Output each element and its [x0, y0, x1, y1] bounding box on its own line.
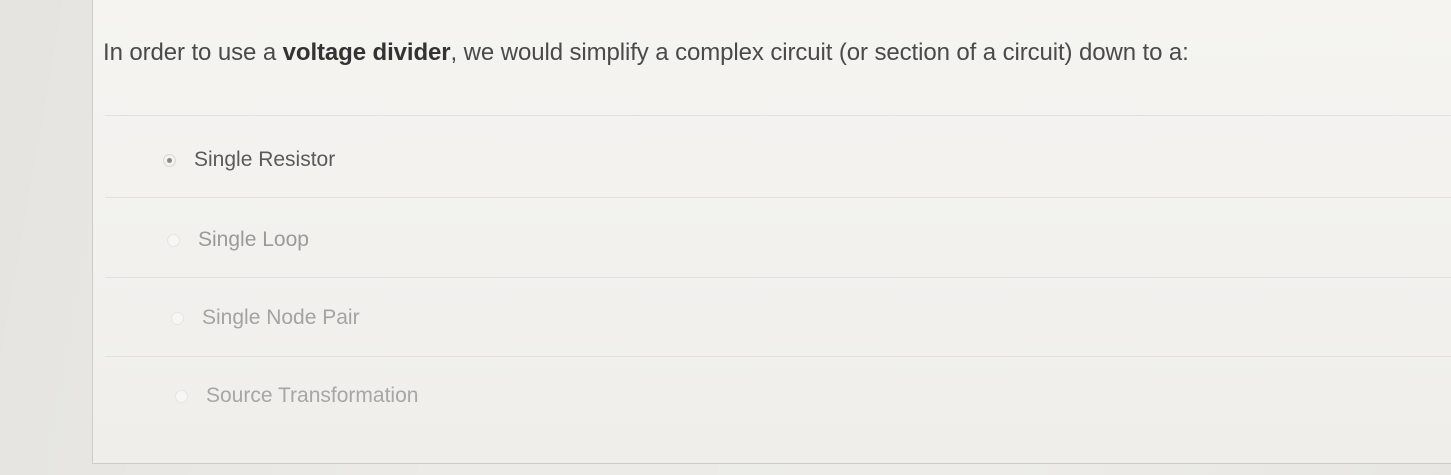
option-label: Source Transformation: [206, 384, 419, 407]
question-text-after: , we would simplify a complex circuit (o…: [450, 39, 1189, 66]
question-bold-term: voltage divider: [282, 39, 451, 66]
radio-button-icon[interactable]: [167, 233, 180, 247]
option-single-node-pair[interactable]: Single Node Pair: [171, 303, 360, 333]
option-divider: [105, 197, 1451, 198]
option-divider: [105, 356, 1451, 357]
question-divider: [105, 115, 1451, 116]
option-single-resistor[interactable]: Single Resistor: [163, 145, 335, 175]
question-card: In order to use a voltage divider, we wo…: [92, 0, 1451, 464]
option-label: Single Loop: [198, 228, 309, 251]
question-text-before: In order to use a: [103, 39, 283, 66]
radio-button-icon[interactable]: [175, 389, 188, 403]
option-single-loop[interactable]: Single Loop: [167, 225, 309, 255]
question-prompt: In order to use a voltage divider, we wo…: [103, 39, 1189, 67]
option-label: Single Node Pair: [202, 306, 360, 329]
radio-button-selected-icon[interactable]: [163, 153, 176, 167]
option-label: Single Resistor: [194, 148, 336, 171]
radio-button-icon[interactable]: [171, 311, 184, 325]
option-source-transformation[interactable]: Source Transformation: [175, 381, 418, 411]
option-divider: [105, 277, 1451, 278]
